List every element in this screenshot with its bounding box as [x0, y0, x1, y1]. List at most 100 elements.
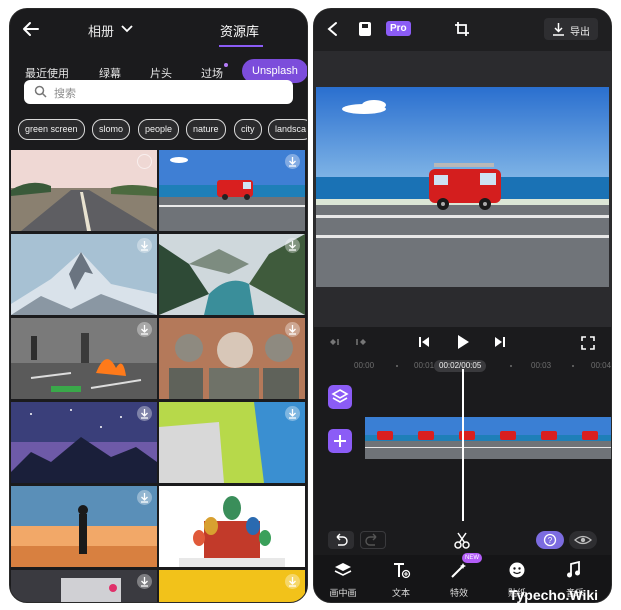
media-thumb-laptop[interactable]	[11, 570, 157, 602]
video-preview[interactable]	[316, 87, 609, 287]
tag-chip[interactable]: people	[138, 119, 180, 140]
magic-wand-icon	[451, 563, 466, 578]
media-thumb-starry-mountains[interactable]	[11, 402, 157, 483]
keyframe-next-icon[interactable]	[354, 336, 368, 348]
album-selector[interactable]: 相册	[88, 21, 114, 40]
scissors-icon[interactable]	[452, 530, 472, 550]
tag-chip[interactable]: nature	[186, 119, 226, 140]
library-screen: 相册 资源库 最近使用 绿幕 片头 过场 Unsplash 搜索 green s…	[9, 8, 308, 603]
preview-toggle-button[interactable]	[569, 531, 597, 549]
redo-icon	[365, 533, 377, 546]
toolbar-text[interactable]: 文本	[376, 561, 426, 599]
tag-chips: green screen slomo people nature city la…	[10, 119, 307, 143]
download-button[interactable]	[285, 574, 300, 589]
watermark: Typecho.Wiki	[509, 587, 599, 603]
editor-screen: Pro 导出 00:00 00:01 00:03 00:04 00:02/00:…	[313, 8, 612, 603]
toolbar-label: 文本	[391, 588, 410, 598]
ruler-dot	[396, 365, 398, 367]
download-button[interactable]	[137, 322, 152, 337]
time-tick: 00:01	[414, 361, 435, 370]
media-grid	[10, 150, 307, 602]
category-intro[interactable]: 片头	[150, 65, 172, 81]
time-tick: 00:04	[591, 361, 612, 370]
toolbar-label: 画中画	[329, 588, 357, 598]
tag-chip[interactable]: city	[234, 119, 262, 140]
search-input[interactable]: 搜索	[54, 85, 76, 101]
export-button[interactable]: 导出	[544, 18, 598, 40]
download-button[interactable]	[137, 490, 152, 505]
skip-start-icon[interactable]	[418, 336, 430, 348]
video-track[interactable]	[365, 417, 611, 459]
eye-icon	[574, 535, 592, 545]
download-button[interactable]	[285, 322, 300, 337]
download-button[interactable]	[137, 406, 152, 421]
media-thumb-yellow[interactable]	[159, 570, 305, 602]
tag-chip[interactable]: landsca	[268, 119, 307, 140]
editor-header: Pro 导出	[314, 9, 611, 51]
time-tick: 00:03	[531, 361, 552, 370]
back-icon[interactable]	[326, 21, 340, 37]
media-thumb-mural[interactable]	[159, 318, 305, 399]
media-thumb-cathedral[interactable]	[159, 486, 305, 567]
draft-icon[interactable]	[358, 21, 372, 37]
layers-button[interactable]	[328, 385, 352, 409]
svg-text:?: ?	[548, 536, 553, 545]
chevron-down-icon[interactable]	[120, 22, 134, 36]
tag-chip[interactable]: slomo	[92, 119, 131, 140]
undo-icon	[336, 533, 348, 546]
new-badge: NEW	[462, 553, 482, 563]
download-button[interactable]	[285, 490, 300, 505]
media-thumb-street-fire[interactable]	[11, 318, 157, 399]
active-tab-indicator	[219, 45, 263, 47]
tag-chip[interactable]: green screen	[18, 119, 85, 140]
plus-icon	[334, 435, 346, 447]
media-thumb-sunset-person[interactable]	[11, 486, 157, 567]
help-button[interactable]: ?	[536, 531, 564, 549]
play-icon[interactable]	[456, 334, 470, 350]
pro-badge[interactable]: Pro	[386, 21, 411, 36]
category-recent[interactable]: 最近使用	[25, 65, 69, 81]
keyframe-prev-icon[interactable]	[328, 336, 342, 348]
layers-icon	[331, 389, 349, 403]
media-thumb-color-blocks[interactable]	[159, 402, 305, 483]
download-button[interactable]	[137, 238, 152, 253]
export-label: 导出	[570, 27, 590, 38]
back-arrow-icon[interactable]	[22, 20, 40, 38]
toolbar-label: 特效	[449, 588, 468, 598]
download-icon	[553, 23, 564, 36]
time-tick: 00:00	[354, 361, 375, 370]
tab-library[interactable]: 资源库	[220, 21, 259, 40]
sticker-icon	[509, 562, 525, 578]
download-button[interactable]	[285, 238, 300, 253]
search-icon	[34, 85, 47, 98]
category-green-screen[interactable]: 绿幕	[99, 65, 121, 81]
search-bar[interactable]: 搜索	[24, 80, 293, 104]
download-button[interactable]	[137, 574, 152, 589]
playback-controls	[314, 327, 611, 357]
download-button[interactable]	[285, 154, 300, 169]
media-thumb-snow-mountain[interactable]	[11, 234, 157, 315]
media-thumb-road[interactable]	[11, 150, 157, 231]
crop-icon[interactable]	[454, 21, 470, 37]
undo-button[interactable]	[328, 531, 354, 549]
add-clip-button[interactable]	[328, 429, 352, 453]
download-indicator	[137, 154, 152, 169]
current-time-badge: 00:02/00:05	[434, 360, 487, 372]
redo-button[interactable]	[360, 531, 386, 549]
skip-end-icon[interactable]	[494, 336, 506, 348]
media-thumb-red-van[interactable]	[159, 150, 305, 231]
new-dot	[224, 63, 228, 67]
toolbar-pip[interactable]: 画中画	[318, 561, 368, 599]
question-icon: ?	[543, 533, 557, 547]
playhead[interactable]	[462, 369, 464, 521]
library-header: 相册 资源库	[10, 9, 307, 51]
toolbar-effects[interactable]: 特效	[434, 561, 484, 599]
fullscreen-icon[interactable]	[581, 336, 595, 350]
ruler-dot	[510, 365, 512, 367]
text-add-icon	[394, 563, 411, 579]
media-thumb-fjord[interactable]	[159, 234, 305, 315]
download-button[interactable]	[285, 406, 300, 421]
ruler-dot	[572, 365, 574, 367]
layers-add-icon	[334, 563, 352, 576]
category-transition[interactable]: 过场	[201, 65, 223, 81]
